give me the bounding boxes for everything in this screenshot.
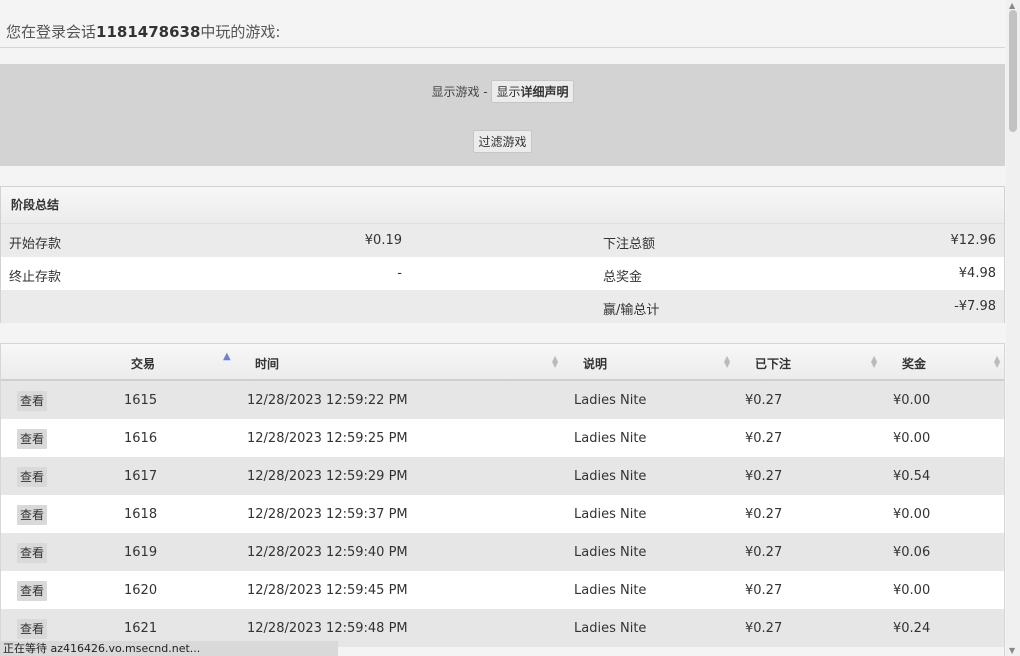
scroll-down-icon[interactable]: ▼	[1009, 646, 1015, 655]
view-button[interactable]: 查看	[17, 543, 47, 563]
sort-icon: ▲ ▼	[552, 354, 559, 369]
summary-value: ¥12.96	[950, 233, 997, 248]
win-cell: ¥0.54	[893, 469, 931, 484]
table-row: 查看 1620 12/28/2023 12:59:45 PM Ladies Ni…	[1, 571, 1004, 609]
page-header: 您在登录会话1181478638中玩的游戏:	[0, 0, 1005, 48]
summary-row: 赢/输总计 -¥7.98	[1, 290, 1004, 323]
table-row: 查看 1615 12/28/2023 12:59:22 PM Ladies Ni…	[1, 381, 1004, 419]
summary-title: 阶段总结	[1, 187, 1004, 224]
description-cell: Ladies Nite	[574, 393, 647, 408]
summary-label: 终止存款	[9, 270, 62, 285]
view-button[interactable]: 查看	[17, 429, 47, 449]
table-row: 查看 1618 12/28/2023 12:59:37 PM Ladies Ni…	[1, 495, 1004, 533]
browser-status-bar: 正在等待 az416426.vo.msecnd.net...	[0, 641, 338, 656]
filter-games-button[interactable]: 过滤游戏	[473, 130, 532, 153]
summary-label: 赢/输总计	[603, 303, 660, 318]
col-time[interactable]: 时间	[255, 355, 279, 372]
sort-asc-icon: ▲	[223, 351, 231, 362]
time-cell: 12/28/2023 12:59:48 PM	[247, 621, 408, 636]
transaction-id: 1620	[124, 583, 158, 598]
description-cell: Ladies Nite	[574, 583, 647, 598]
summary-value: ¥4.98	[958, 266, 996, 281]
show-button-bold: 详细声明	[520, 85, 569, 99]
session-prefix: 您在登录会话	[6, 23, 97, 41]
session-id: 1181478638	[96, 23, 201, 41]
win-cell: ¥0.00	[893, 583, 931, 598]
show-detailed-statement-button[interactable]: 显示详细声明	[491, 80, 574, 103]
sort-icon: ▲ ▼	[724, 354, 731, 369]
view-button[interactable]: 查看	[17, 505, 47, 525]
summary-value: -	[397, 266, 402, 281]
summary-label: 总奖金	[603, 270, 643, 285]
bet-cell: ¥0.27	[745, 393, 783, 408]
win-cell: ¥0.00	[893, 507, 931, 522]
view-button[interactable]: 查看	[17, 391, 47, 411]
show-games-label: 显示游戏 -	[431, 85, 488, 99]
view-button[interactable]: 查看	[17, 619, 47, 639]
bet-cell: ¥0.27	[745, 507, 783, 522]
table-row: 查看 1619 12/28/2023 12:59:40 PM Ladies Ni…	[1, 533, 1004, 571]
summary-value: -¥7.98	[954, 299, 996, 314]
description-cell: Ladies Nite	[574, 621, 647, 636]
period-summary: 阶段总结 开始存款 ¥0.19 下注总额 ¥12.96 终止存款 - 总奖金 ¥…	[0, 186, 1005, 323]
description-cell: Ladies Nite	[574, 507, 647, 522]
bet-cell: ¥0.27	[745, 431, 783, 446]
table-row: 查看 1617 12/28/2023 12:59:29 PM Ladies Ni…	[1, 457, 1004, 495]
col-win[interactable]: 奖金	[902, 355, 926, 372]
transaction-id: 1617	[124, 469, 158, 484]
summary-label: 开始存款	[9, 237, 62, 252]
bet-cell: ¥0.27	[745, 583, 783, 598]
bet-cell: ¥0.27	[745, 545, 783, 560]
summary-value: ¥0.19	[364, 233, 402, 248]
win-cell: ¥0.00	[893, 393, 931, 408]
transaction-id: 1616	[124, 431, 158, 446]
vertical-scrollbar[interactable]: ▲ ▼	[1006, 0, 1020, 656]
show-button-prefix: 显示	[496, 85, 521, 99]
description-cell: Ladies Nite	[574, 545, 647, 560]
games-table-header: 交易 ▲ 时间 ▲ ▼ 说明 ▲ ▼ 已下注 ▲ ▼ 奖金 ▲ ▼	[1, 343, 1004, 381]
win-cell: ¥0.00	[893, 431, 931, 446]
transaction-id: 1615	[124, 393, 158, 408]
scroll-thumb[interactable]	[1009, 10, 1017, 132]
time-cell: 12/28/2023 12:59:37 PM	[247, 507, 408, 522]
view-button[interactable]: 查看	[17, 581, 47, 601]
scroll-up-icon[interactable]: ▲	[1009, 1, 1015, 10]
col-bet[interactable]: 已下注	[755, 355, 791, 372]
view-button[interactable]: 查看	[17, 467, 47, 487]
description-cell: Ladies Nite	[574, 431, 647, 446]
time-cell: 12/28/2023 12:59:45 PM	[247, 583, 408, 598]
filter-panel: 显示游戏 - 显示详细声明 过滤游戏	[0, 64, 1005, 166]
col-description[interactable]: 说明	[583, 355, 607, 372]
sort-icon: ▲ ▼	[871, 354, 878, 369]
summary-label: 下注总额	[603, 237, 656, 252]
bet-cell: ¥0.27	[745, 469, 783, 484]
games-table: 交易 ▲ 时间 ▲ ▼ 说明 ▲ ▼ 已下注 ▲ ▼ 奖金 ▲ ▼ 查看 1615 12…	[0, 343, 1005, 656]
sort-icon: ▲ ▼	[994, 354, 1001, 369]
transaction-id: 1619	[124, 545, 158, 560]
win-cell: ¥0.24	[893, 621, 931, 636]
transaction-id: 1618	[124, 507, 158, 522]
filter-row: 过滤游戏	[0, 130, 1005, 153]
bet-cell: ¥0.27	[745, 621, 783, 636]
show-games-row: 显示游戏 - 显示详细声明	[0, 80, 1005, 103]
table-row: 查看 1616 12/28/2023 12:59:25 PM Ladies Ni…	[1, 419, 1004, 457]
time-cell: 12/28/2023 12:59:25 PM	[247, 431, 408, 446]
game-history-page: 您在登录会话1181478638中玩的游戏: 显示游戏 - 显示详细声明 过滤游…	[0, 0, 1005, 656]
summary-row: 开始存款 ¥0.19 下注总额 ¥12.96	[1, 224, 1004, 257]
win-cell: ¥0.06	[893, 545, 931, 560]
time-cell: 12/28/2023 12:59:40 PM	[247, 545, 408, 560]
description-cell: Ladies Nite	[574, 469, 647, 484]
summary-row: 终止存款 - 总奖金 ¥4.98	[1, 257, 1004, 290]
session-title: 您在登录会话1181478638中玩的游戏:	[6, 21, 280, 42]
time-cell: 12/28/2023 12:59:29 PM	[247, 469, 408, 484]
session-suffix: 中玩的游戏:	[200, 23, 281, 41]
transaction-id: 1621	[124, 621, 158, 636]
time-cell: 12/28/2023 12:59:22 PM	[247, 393, 408, 408]
col-transaction[interactable]: 交易	[131, 355, 155, 372]
